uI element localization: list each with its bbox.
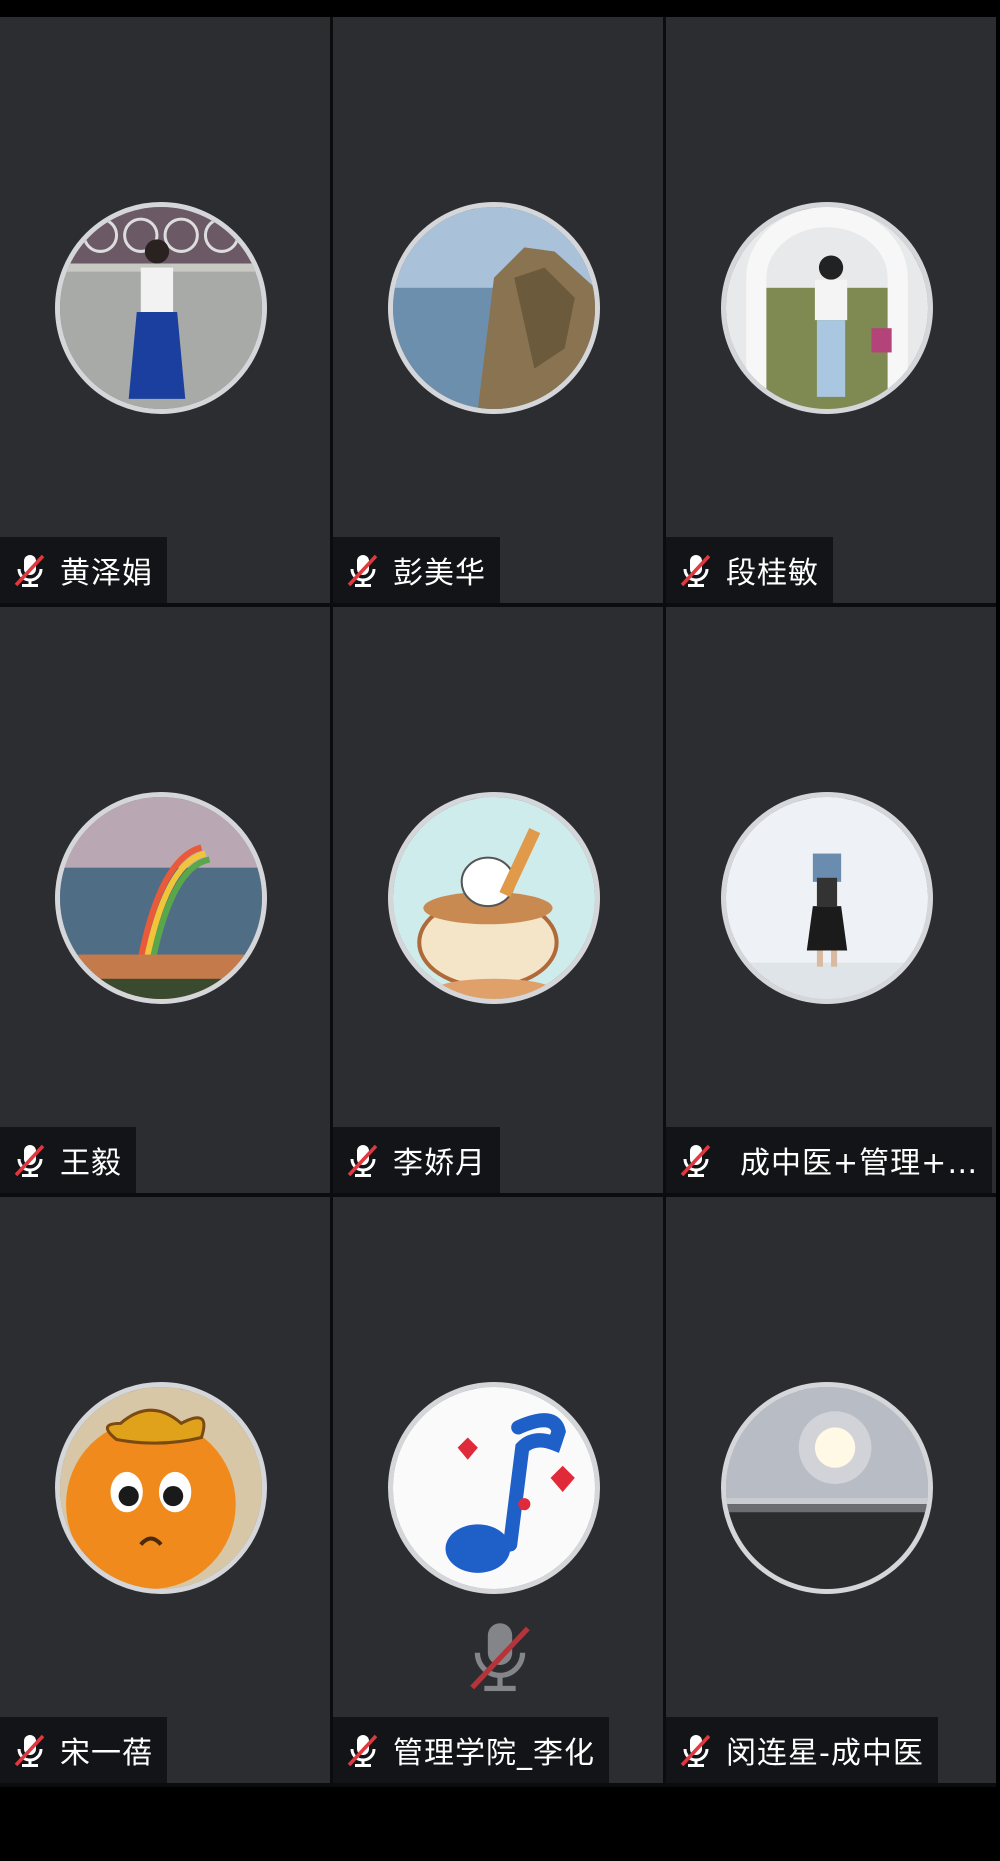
participant-tile[interactable]: 宋一蓓 (0, 1197, 330, 1783)
participant-tile[interactable]: 王毅 (0, 607, 330, 1193)
participant-tile[interactable]: 黄泽娟 (0, 17, 330, 603)
name-label: 黄泽娟 (0, 537, 167, 603)
name-label: 宋一蓓 (0, 1717, 167, 1783)
mic-muted-icon (14, 1144, 45, 1177)
participant-name: 李娇月 (393, 1146, 486, 1181)
participant-name: 黄泽娟 (60, 556, 153, 591)
mic-muted-icon (14, 1734, 45, 1767)
participant-tile[interactable]: 段桂敏 (666, 17, 996, 603)
name-label: 彭美华 (333, 537, 500, 603)
participant-name: 成中医+管理+… (740, 1146, 979, 1181)
participant-tile[interactable]: 管理学院_李化 (333, 1197, 663, 1783)
participant-name: 彭美华 (393, 556, 486, 591)
screen-edge (996, 0, 1000, 1861)
name-label: 闵连星-成中医 (666, 1717, 938, 1783)
avatar (55, 202, 267, 414)
mic-muted-icon (347, 1734, 378, 1767)
participant-tile[interactable]: 李娇月 (333, 607, 663, 1193)
video-grid: 黄泽娟 彭美华 段桂敏 王毅 李娇月 成中医+管理+… 宋一蓓 管理学院_李化 … (0, 17, 996, 1787)
name-label: 段桂敏 (666, 537, 833, 603)
name-label: 李娇月 (333, 1127, 500, 1193)
status-bar (0, 0, 1000, 17)
mic-muted-icon (680, 554, 711, 587)
microphone-muted-overlay-icon (470, 1623, 530, 1692)
avatar (721, 202, 933, 414)
avatar (55, 792, 267, 1004)
participant-tile[interactable]: 彭美华 (333, 17, 663, 603)
name-label: 王毅 (0, 1127, 136, 1193)
mic-muted-icon (680, 1734, 711, 1767)
participant-name: 宋一蓓 (60, 1736, 153, 1771)
mic-muted-icon (347, 1144, 378, 1177)
name-label: 管理学院_李化 (333, 1717, 609, 1783)
avatar (388, 1382, 600, 1594)
name-label: 成中医+管理+… (666, 1127, 993, 1193)
participant-name: 闵连星-成中医 (726, 1736, 924, 1771)
participant-name: 王毅 (60, 1146, 122, 1181)
avatar (388, 202, 600, 414)
avatar (721, 1382, 933, 1594)
participant-name: 段桂敏 (726, 556, 819, 591)
avatar (721, 792, 933, 1004)
mic-muted-icon (14, 554, 45, 587)
mic-muted-icon (347, 554, 378, 587)
mic-muted-icon (680, 1144, 711, 1177)
participant-tile[interactable]: 成中医+管理+… (666, 607, 996, 1193)
participant-tile[interactable]: 闵连星-成中医 (666, 1197, 996, 1783)
avatar (55, 1382, 267, 1594)
participant-name: 管理学院_李化 (393, 1736, 595, 1771)
avatar (388, 792, 600, 1004)
